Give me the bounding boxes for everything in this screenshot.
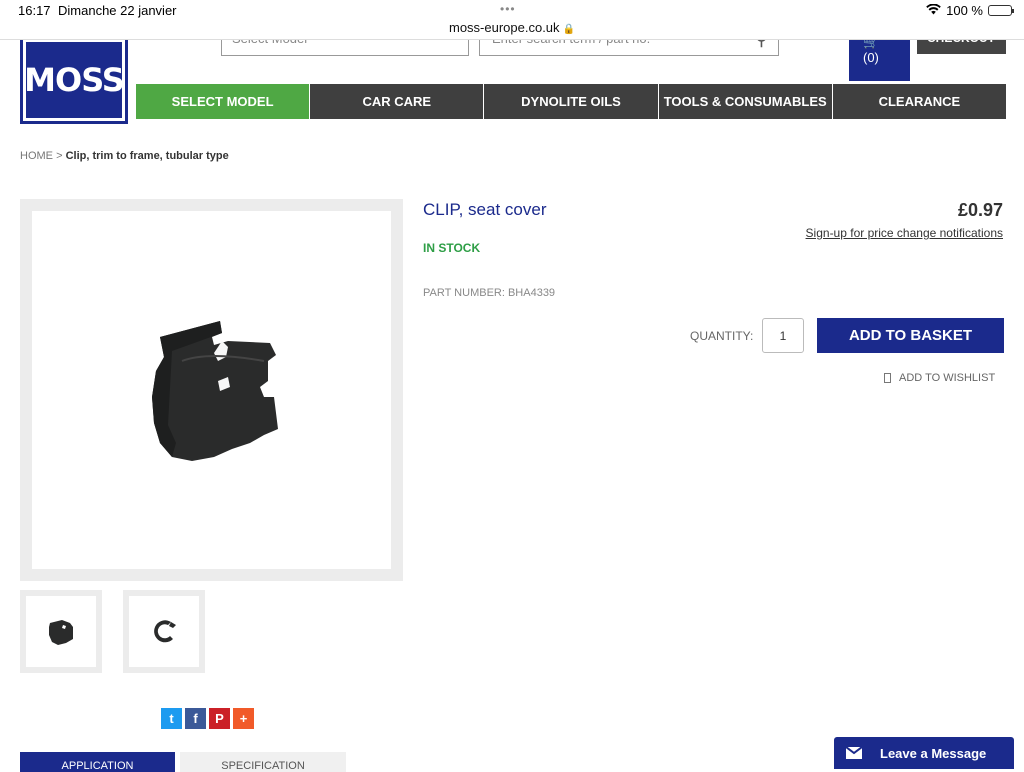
nav-dynolite-oils[interactable]: DYNOLITE OILS <box>484 84 658 119</box>
status-time: 16:17 <box>18 3 51 18</box>
url-text: moss-europe.co.uk <box>448 20 560 35</box>
breadcrumb-home[interactable]: HOME <box>20 150 53 162</box>
product-image-frame <box>32 211 391 569</box>
thumbnail-1-frame <box>26 596 96 667</box>
wifi-icon <box>926 3 941 18</box>
battery-percent: 100 % <box>946 3 983 18</box>
quantity-input[interactable] <box>762 318 804 353</box>
price-notification-link[interactable]: Sign-up for price change notifications <box>806 226 1003 240</box>
product-title: CLIP, seat cover <box>423 200 547 219</box>
thumbnail-2-frame <box>129 596 199 667</box>
status-right: 100 % <box>926 3 1014 18</box>
wishlist-label: ADD TO WISHLIST <box>899 372 996 384</box>
breadcrumb: HOME > Clip, trim to frame, tubular type <box>20 150 229 162</box>
chat-label: Leave a Message <box>880 745 987 761</box>
cart-count: (0) <box>863 50 879 65</box>
bookmark-icon <box>884 373 891 383</box>
share-plus-icon[interactable]: + <box>233 708 254 729</box>
product-price: £0.97 <box>957 200 1003 220</box>
battery-icon <box>988 5 1014 16</box>
logo-text: MOSS <box>24 61 125 99</box>
moss-logo[interactable]: MOSS <box>20 36 128 124</box>
main-nav: SELECT MODEL CAR CARE DYNOLITE OILS TOOL… <box>136 84 1007 119</box>
product-main-image[interactable] <box>20 199 403 581</box>
status-bar: 16:17 Dimanche 22 janvier ••• moss-europ… <box>0 0 1024 40</box>
leave-message-widget[interactable]: Leave a Message <box>834 737 1014 769</box>
browser-menu-dots[interactable]: ••• <box>500 2 516 16</box>
clip-thumbnail-image <box>49 619 73 645</box>
quantity-label: QUANTITY: <box>690 329 754 343</box>
lock-icon: 🔒 <box>562 24 575 35</box>
thumbnail-1[interactable] <box>20 590 102 673</box>
status-date: Dimanche 22 janvier <box>58 3 177 18</box>
thumbnail-2[interactable] <box>123 590 205 673</box>
facebook-icon[interactable]: f <box>185 708 206 729</box>
tab-specification[interactable]: SPECIFICATION <box>180 752 346 772</box>
clip-side-thumbnail-image <box>154 619 176 642</box>
twitter-icon[interactable]: t <box>161 708 182 729</box>
add-to-wishlist-link[interactable]: ADD TO WISHLIST <box>884 372 995 384</box>
clip-product-image <box>152 321 278 461</box>
share-buttons: t f P + <box>161 708 254 729</box>
nav-select-model[interactable]: SELECT MODEL <box>136 84 310 119</box>
envelope-icon <box>845 746 863 759</box>
nav-clearance[interactable]: CLEARANCE <box>832 84 1007 119</box>
address-bar[interactable]: moss-europe.co.uk 🔒 <box>0 20 1024 35</box>
stock-status: IN STOCK <box>423 241 481 255</box>
nav-car-care[interactable]: CAR CARE <box>310 84 484 119</box>
breadcrumb-current: Clip, trim to frame, tubular type <box>65 150 229 162</box>
pinterest-icon[interactable]: P <box>209 708 230 729</box>
tab-application[interactable]: APPLICATION <box>20 752 175 772</box>
nav-tools-consumables[interactable]: TOOLS & CONSUMABLES <box>658 84 832 119</box>
part-number: PART NUMBER: BHA4339 <box>423 287 556 299</box>
breadcrumb-separator: > <box>56 150 63 162</box>
add-to-basket-button[interactable]: ADD TO BASKET <box>817 318 1004 353</box>
